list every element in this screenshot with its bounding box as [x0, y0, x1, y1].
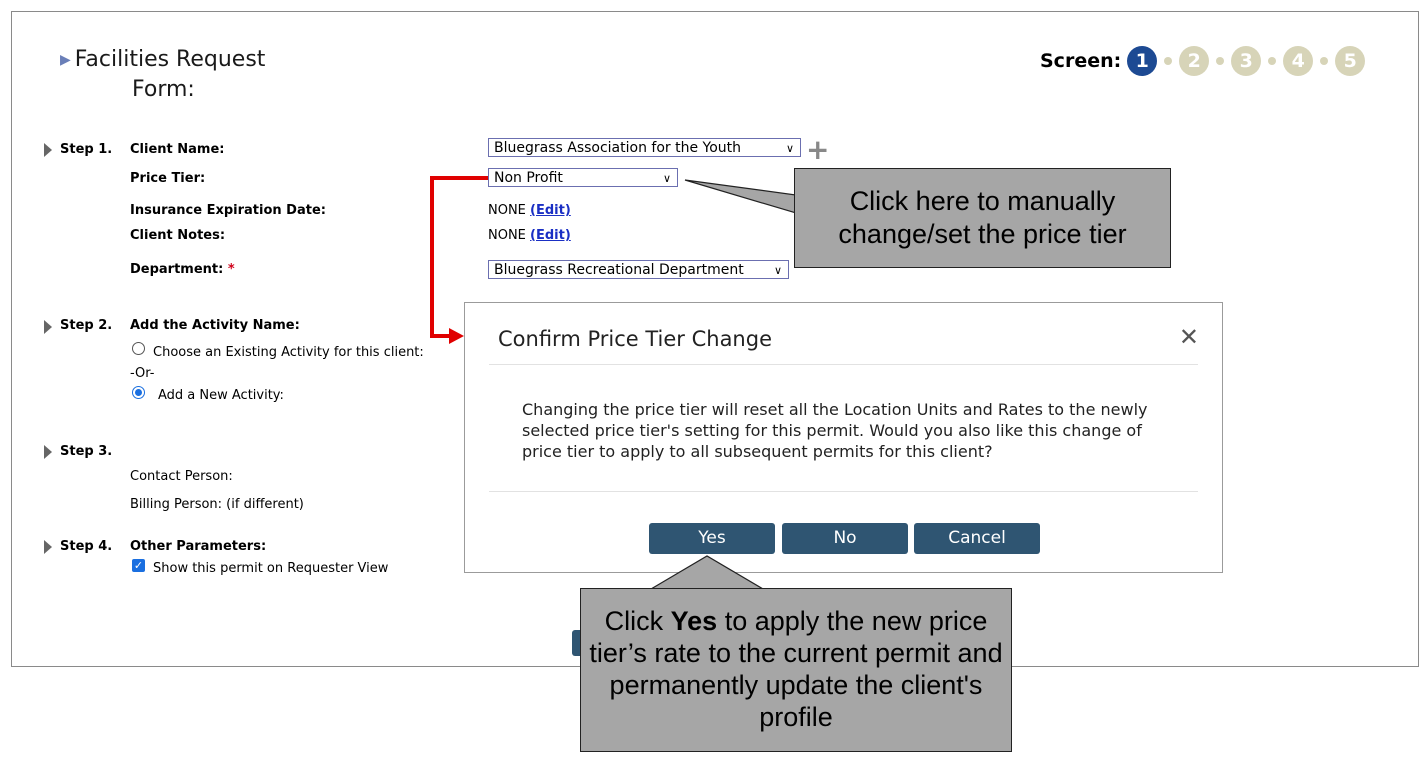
callout2-pointer [648, 555, 766, 590]
yes-callout-bold: Yes [670, 606, 718, 636]
callout1-pointer [684, 179, 797, 214]
red-connector-arrow [430, 176, 488, 338]
yes-callout-prefix: Click [604, 606, 664, 636]
yes-callout: Click Yes to apply the new price tier’s … [580, 588, 1012, 752]
price-tier-callout: Click here to manually change/set the pr… [794, 168, 1171, 268]
red-arrowhead-icon [449, 328, 464, 344]
price-tier-callout-text: Click here to manually change/set the pr… [838, 186, 1127, 249]
